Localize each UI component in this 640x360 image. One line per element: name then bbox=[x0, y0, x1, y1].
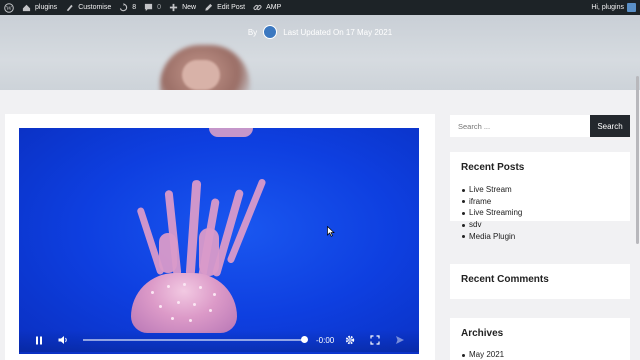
comments-count: 0 bbox=[157, 4, 162, 11]
jellyfish-spot bbox=[151, 291, 154, 294]
archives-list: May 2021 bbox=[461, 349, 504, 360]
admin-bar: W plugins Customise 8 0 New Edit Post AM… bbox=[0, 0, 640, 15]
pause-icon[interactable] bbox=[35, 336, 43, 345]
edit-post-label: Edit Post bbox=[217, 4, 246, 11]
jellyfish-spot bbox=[177, 301, 180, 304]
video-progress-bar[interactable] bbox=[83, 336, 308, 343]
jellyfish-spot bbox=[189, 319, 192, 322]
comments-link[interactable]: 0 bbox=[140, 0, 165, 15]
settings-gear-icon[interactable] bbox=[345, 335, 355, 345]
recent-post-item[interactable]: iframe bbox=[461, 196, 522, 208]
wordpress-icon: W bbox=[4, 2, 14, 13]
greeting-label: Hi, plugins bbox=[591, 4, 624, 11]
link-icon bbox=[253, 5, 262, 10]
progress-scrubber-handle[interactable] bbox=[301, 336, 308, 343]
time-remaining: -0:00 bbox=[316, 336, 335, 345]
recent-post-item[interactable]: Media Plugin bbox=[461, 231, 522, 243]
video-player[interactable] bbox=[19, 128, 419, 354]
updates-link[interactable]: 8 bbox=[115, 0, 140, 15]
recent-posts-title: Recent Posts bbox=[461, 162, 525, 173]
search-input[interactable] bbox=[450, 115, 590, 137]
amp-link[interactable]: AMP bbox=[249, 0, 285, 15]
brush-icon bbox=[66, 4, 73, 12]
hero-image-finger bbox=[182, 60, 220, 90]
video-frame-jellyfish-top bbox=[209, 128, 253, 137]
last-updated: Last Updated On 17 May 2021 bbox=[283, 27, 393, 37]
recent-posts-list: Live Stream iframe Live Streaming sdv Me… bbox=[461, 184, 522, 242]
avatar bbox=[627, 3, 636, 12]
customise-link[interactable]: Customise bbox=[61, 0, 115, 15]
recent-post-item[interactable]: Live Streaming bbox=[461, 207, 522, 219]
site-name-link[interactable]: plugins bbox=[18, 0, 61, 15]
jellyfish-spot bbox=[209, 309, 212, 312]
svg-text:W: W bbox=[6, 6, 12, 12]
jellyfish-spot bbox=[193, 303, 196, 306]
recent-posts-widget: Recent Posts Live Stream iframe Live Str… bbox=[450, 152, 630, 241]
archives-widget: Archives May 2021 bbox=[450, 318, 630, 360]
author-avatar[interactable] bbox=[263, 25, 278, 39]
fullscreen-icon[interactable] bbox=[370, 335, 380, 345]
new-content-link[interactable]: New bbox=[165, 0, 200, 15]
jellyfish-spot bbox=[183, 283, 186, 286]
airplay-icon[interactable] bbox=[395, 335, 405, 345]
video-controls: -0:00 bbox=[19, 330, 419, 352]
customise-label: Customise bbox=[78, 4, 112, 11]
video-frame-jellyfish bbox=[131, 273, 237, 333]
jellyfish-spot bbox=[199, 286, 202, 289]
jellyfish-spot bbox=[171, 317, 174, 320]
recent-comments-title: Recent Comments bbox=[461, 274, 549, 285]
by-label: By bbox=[247, 27, 258, 37]
pencil-icon bbox=[205, 3, 213, 11]
recent-comments-widget: Recent Comments bbox=[450, 264, 630, 299]
volume-icon[interactable] bbox=[58, 335, 69, 345]
recent-post-item[interactable]: sdv bbox=[461, 219, 522, 231]
new-label: New bbox=[182, 4, 197, 11]
edit-post-link[interactable]: Edit Post bbox=[200, 0, 249, 15]
archives-title: Archives bbox=[461, 328, 504, 339]
site-name-label: plugins bbox=[35, 4, 58, 11]
comment-icon bbox=[145, 3, 153, 12]
updates-count: 8 bbox=[132, 4, 137, 11]
account-menu[interactable]: Hi, plugins bbox=[587, 0, 640, 15]
mouse-cursor-icon bbox=[327, 226, 335, 237]
page-scrollbar[interactable] bbox=[636, 76, 639, 244]
archive-item[interactable]: May 2021 bbox=[461, 349, 504, 360]
jellyfish-spot bbox=[213, 293, 216, 296]
jellyfish-tentacle bbox=[199, 228, 219, 276]
hero-header: By Last Updated On 17 May 2021 bbox=[0, 15, 640, 90]
amp-label: AMP bbox=[266, 4, 282, 11]
home-icon bbox=[22, 4, 31, 12]
jellyfish-tentacle bbox=[159, 233, 177, 273]
jellyfish-spot bbox=[159, 305, 162, 308]
wordpress-logo-button[interactable]: W bbox=[0, 0, 18, 15]
recent-post-item[interactable]: Live Stream bbox=[461, 184, 522, 196]
updates-icon bbox=[120, 3, 128, 12]
plus-icon bbox=[169, 3, 178, 12]
post-byline: By Last Updated On 17 May 2021 bbox=[0, 25, 640, 39]
jellyfish-spot bbox=[167, 285, 170, 288]
search-button[interactable]: Search bbox=[590, 115, 630, 137]
